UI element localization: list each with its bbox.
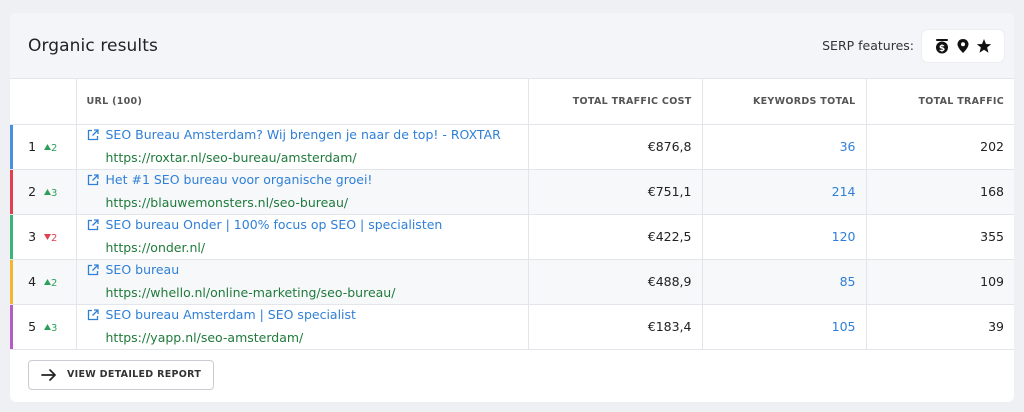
total-traffic-cell: 202 (866, 124, 1014, 170)
header-url[interactable]: URL (100) (76, 79, 529, 125)
serp-icons-group: $ (922, 29, 1004, 62)
position-cell: 3 2 (10, 214, 77, 260)
position-rank: 4 (28, 274, 37, 289)
result-url[interactable]: https://whello.nl/online-marketing/seo-b… (87, 285, 520, 301)
serp-features-label: SERP features: (822, 38, 914, 53)
trend-up-icon (44, 278, 52, 289)
position-color-bar (10, 169, 13, 214)
header-keywords-total[interactable]: KEYWORDS TOTAL (702, 79, 867, 125)
external-link-icon (87, 129, 99, 141)
result-url[interactable]: https://yapp.nl/seo-amsterdam/ (87, 330, 520, 346)
star-icon[interactable] (976, 38, 992, 54)
traffic-cost-cell: €422,5 (528, 214, 703, 260)
position-change-value: 2 (51, 143, 58, 154)
position-cell: 2 3 (10, 169, 77, 215)
result-title-link[interactable]: SEO bureau Onder | 100% focus op SEO | s… (87, 217, 520, 233)
result-url[interactable]: https://blauwemonsters.nl/seo-bureau/ (87, 195, 520, 211)
header-position (10, 79, 77, 125)
table-row: 3 2 SEO bureau Onder | 100% focus op SEO… (10, 214, 1014, 260)
position-change-value: 2 (51, 278, 58, 289)
position-change-value: 2 (51, 233, 58, 244)
view-detailed-report-button[interactable]: VIEW DETAILED REPORT (28, 359, 215, 390)
panel-header: Organic results SERP features: $ (10, 13, 1014, 79)
result-title: SEO Bureau Amsterdam? Wij brengen je naa… (105, 127, 501, 142)
keywords-total-link[interactable]: 36 (702, 124, 867, 170)
position-change: 3 (44, 188, 57, 199)
position-color-bar (10, 124, 13, 169)
header-traffic-cost[interactable]: TOTAL TRAFFIC COST (528, 79, 703, 125)
url-cell: SEO bureau Amsterdam | SEO specialist ht… (76, 304, 529, 350)
result-title: SEO bureau Amsterdam | SEO specialist (105, 307, 356, 322)
table-row: 4 2 SEO bureau https://whello.nl/online-… (10, 259, 1014, 305)
map-pin-icon[interactable] (956, 38, 970, 54)
arrow-right-icon (41, 368, 56, 381)
keywords-total-link[interactable]: 105 (702, 304, 867, 350)
dollar-badge-icon[interactable]: $ (934, 38, 950, 54)
panel-title: Organic results (28, 35, 158, 56)
position-cell: 5 3 (10, 304, 77, 350)
traffic-cost-cell: €876,8 (528, 124, 703, 170)
position-rank: 2 (28, 184, 37, 199)
url-cell: SEO Bureau Amsterdam? Wij brengen je naa… (76, 124, 529, 170)
panel-footer: VIEW DETAILED REPORT (10, 350, 1014, 390)
result-title-link[interactable]: SEO bureau (87, 262, 520, 278)
organic-results-table: URL (100) TOTAL TRAFFIC COST KEYWORDS TO… (10, 79, 1014, 350)
position-cell: 1 2 (10, 124, 77, 170)
traffic-cost-cell: €488,9 (528, 259, 703, 305)
external-link-icon (87, 174, 99, 186)
result-title-link[interactable]: Het #1 SEO bureau voor organische groei! (87, 172, 520, 188)
position-change-value: 3 (51, 188, 58, 199)
url-cell: SEO bureau https://whello.nl/online-mark… (76, 259, 529, 305)
position-rank: 3 (28, 229, 37, 244)
organic-results-panel: Organic results SERP features: $ URL (10… (10, 13, 1014, 402)
position-color-bar (10, 214, 13, 259)
table-header-row: URL (100) TOTAL TRAFFIC COST KEYWORDS TO… (10, 79, 1014, 125)
table-row: 5 3 SEO bureau Amsterdam | SEO specialis… (10, 304, 1014, 350)
trend-up-icon (44, 188, 52, 199)
total-traffic-cell: 355 (866, 214, 1014, 260)
result-url[interactable]: https://onder.nl/ (87, 240, 520, 256)
position-change: 2 (44, 278, 57, 289)
result-title: SEO bureau Onder | 100% focus op SEO | s… (105, 217, 443, 232)
traffic-cost-cell: €183,4 (528, 304, 703, 350)
svg-text:$: $ (939, 43, 945, 53)
serp-features: SERP features: $ (822, 29, 1004, 62)
position-change-value: 3 (51, 323, 58, 334)
position-cell: 4 2 (10, 259, 77, 305)
header-total-traffic[interactable]: TOTAL TRAFFIC (866, 79, 1014, 125)
position-rank: 5 (28, 319, 37, 334)
keywords-total-link[interactable]: 214 (702, 169, 867, 215)
table-row: 2 3 Het #1 SEO bureau voor organische gr… (10, 169, 1014, 215)
table-row: 1 2 SEO Bureau Amsterdam? Wij brengen je… (10, 124, 1014, 170)
position-change: 2 (44, 143, 57, 154)
position-rank: 1 (28, 139, 37, 154)
total-traffic-cell: 109 (866, 259, 1014, 305)
url-cell: Het #1 SEO bureau voor organische groei!… (76, 169, 529, 215)
position-color-bar (10, 259, 13, 304)
keywords-total-link[interactable]: 85 (702, 259, 867, 305)
total-traffic-cell: 39 (866, 304, 1014, 350)
result-title-link[interactable]: SEO bureau Amsterdam | SEO specialist (87, 307, 520, 323)
total-traffic-cell: 168 (866, 169, 1014, 215)
external-link-icon (87, 264, 99, 276)
external-link-icon (87, 309, 99, 321)
trend-up-icon (44, 143, 52, 154)
traffic-cost-cell: €751,1 (528, 169, 703, 215)
result-url[interactable]: https://roxtar.nl/seo-bureau/amsterdam/ (87, 150, 520, 166)
position-change: 2 (44, 233, 57, 244)
position-change: 3 (44, 323, 57, 334)
position-color-bar (10, 304, 13, 349)
trend-up-icon (44, 323, 52, 334)
trend-down-icon (44, 233, 52, 244)
view-detailed-report-label: VIEW DETAILED REPORT (67, 369, 202, 380)
result-title: SEO bureau (105, 262, 180, 277)
url-cell: SEO bureau Onder | 100% focus op SEO | s… (76, 214, 529, 260)
result-title-link[interactable]: SEO Bureau Amsterdam? Wij brengen je naa… (87, 127, 520, 143)
result-title: Het #1 SEO bureau voor organische groei! (105, 172, 373, 187)
external-link-icon (87, 219, 99, 231)
keywords-total-link[interactable]: 120 (702, 214, 867, 260)
